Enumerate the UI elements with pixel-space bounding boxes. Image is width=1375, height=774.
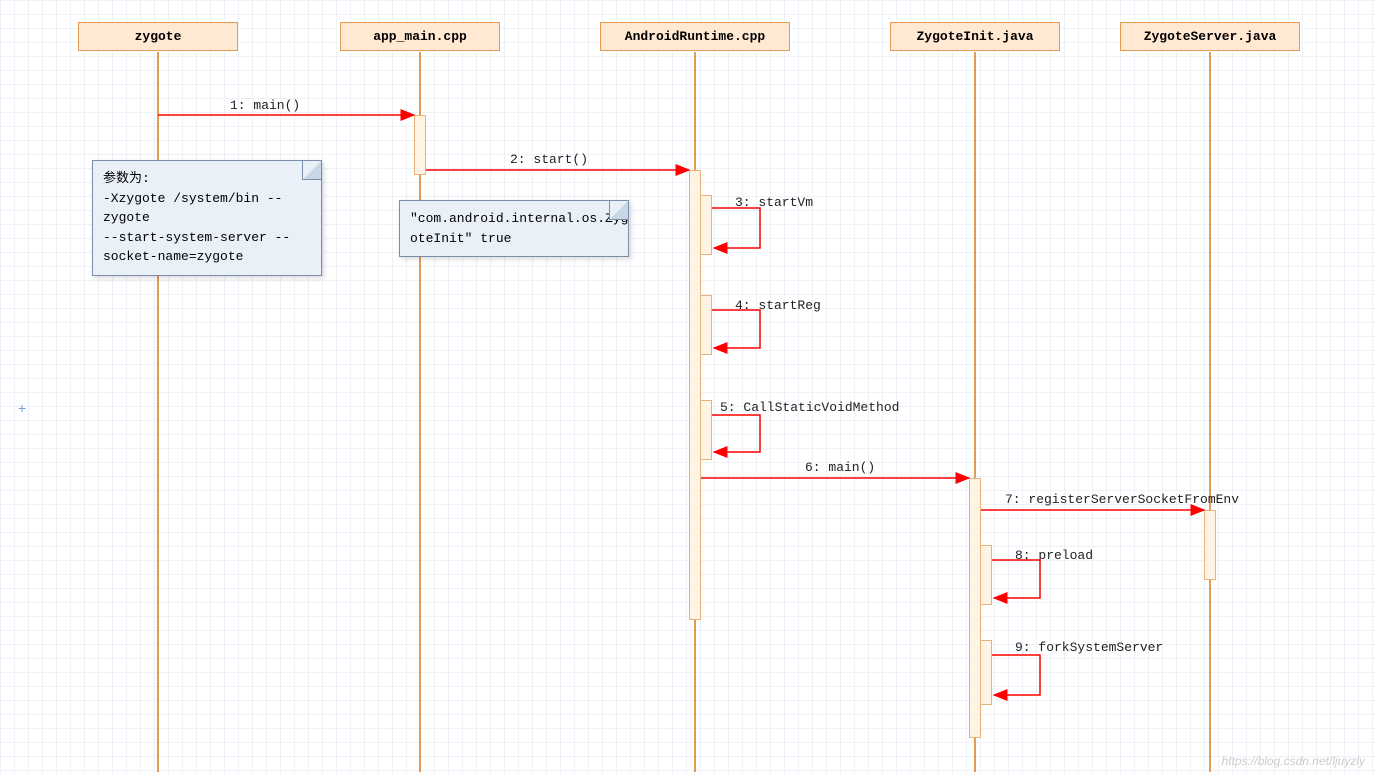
note-1-text: 参数为: -Xzygote /system/bin --zygote --sta… [103, 171, 290, 264]
msg-3-label: 3: startVm [735, 195, 813, 210]
participant-app-main: app_main.cpp [340, 22, 500, 51]
watermark: https://blog.csdn.net/ljuyzly [1222, 754, 1365, 768]
msg-4-label: 4: startReg [735, 298, 821, 313]
participant-zygote: zygote [78, 22, 238, 51]
activation-fork [980, 640, 992, 705]
msg-5-label: 5: CallStaticVoidMethod [720, 400, 899, 415]
participant-zygote-server: ZygoteServer.java [1120, 22, 1300, 51]
activation-preload [980, 545, 992, 605]
participant-android-runtime: AndroidRuntime.cpp [600, 22, 790, 51]
activation-app-main [414, 115, 426, 175]
note-start-args: "com.android.internal.os.Zyg oteInit" tr… [399, 200, 629, 257]
msg-2-label: 2: start() [510, 152, 588, 167]
lifeline-zygote-server [1209, 52, 1211, 772]
msg-8-label: 8: preload [1015, 548, 1093, 563]
msg-7-label: 7: registerServerSocketFromEnv [1005, 492, 1239, 507]
msg-1-label: 1: main() [230, 98, 300, 113]
msg-9-label: 9: forkSystemServer [1015, 640, 1163, 655]
activation-callstatic [700, 400, 712, 460]
participant-zygote-init: ZygoteInit.java [890, 22, 1060, 51]
note-zygote-params: 参数为: -Xzygote /system/bin --zygote --sta… [92, 160, 322, 276]
ruler-cross-icon: + [18, 400, 26, 416]
activation-zygote-server [1204, 510, 1216, 580]
activation-startvm [700, 195, 712, 255]
grid-background [0, 0, 1375, 774]
note-2-text: "com.android.internal.os.Zyg oteInit" tr… [410, 211, 628, 246]
activation-startreg [700, 295, 712, 355]
msg-6-label: 6: main() [805, 460, 875, 475]
